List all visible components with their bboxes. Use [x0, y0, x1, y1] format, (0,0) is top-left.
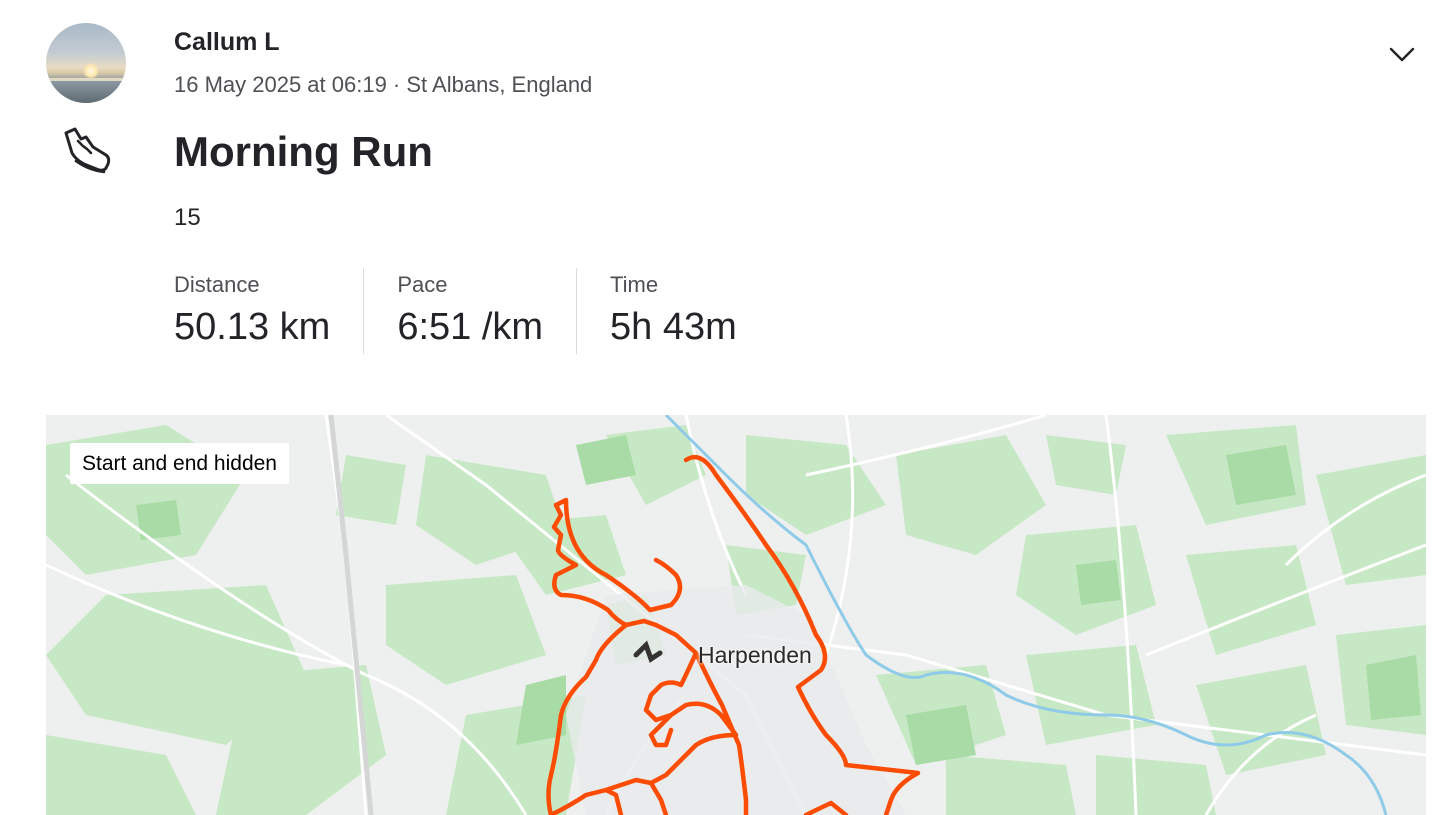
activity-description: 15	[174, 204, 201, 231]
avatar-sun	[83, 63, 99, 79]
stat-label: Distance	[174, 272, 260, 297]
athlete-avatar[interactable]	[46, 23, 126, 103]
town-label: Harpenden	[698, 642, 812, 668]
chevron-down-icon[interactable]	[1388, 42, 1416, 66]
privacy-badge: Start and end hidden	[70, 443, 289, 484]
stat-time: Time 5h 43m	[610, 268, 770, 354]
athlete-name[interactable]: Callum L	[174, 28, 280, 57]
stat-value: 50.13 km	[174, 306, 331, 348]
stat-label: Pace	[397, 272, 448, 297]
avatar-horizon	[46, 78, 126, 81]
activity-title[interactable]: Morning Run	[174, 128, 433, 176]
stat-label: Time	[610, 272, 659, 297]
route-map[interactable]: Harpenden Start and end hidden	[46, 415, 1426, 815]
running-shoe-icon	[64, 127, 111, 174]
activity-stats: Distance 50.13 km Pace 6:51 /km Time 5h …	[174, 268, 803, 354]
stat-value: 5h 43m	[610, 306, 737, 348]
activity-datetime-location: 16 May 2025 at 06:19 · St Albans, Englan…	[174, 72, 593, 97]
stat-pace: Pace 6:51 /km	[397, 268, 578, 354]
stat-value: 6:51 /km	[397, 306, 544, 348]
stat-distance: Distance 50.13 km	[174, 268, 365, 354]
